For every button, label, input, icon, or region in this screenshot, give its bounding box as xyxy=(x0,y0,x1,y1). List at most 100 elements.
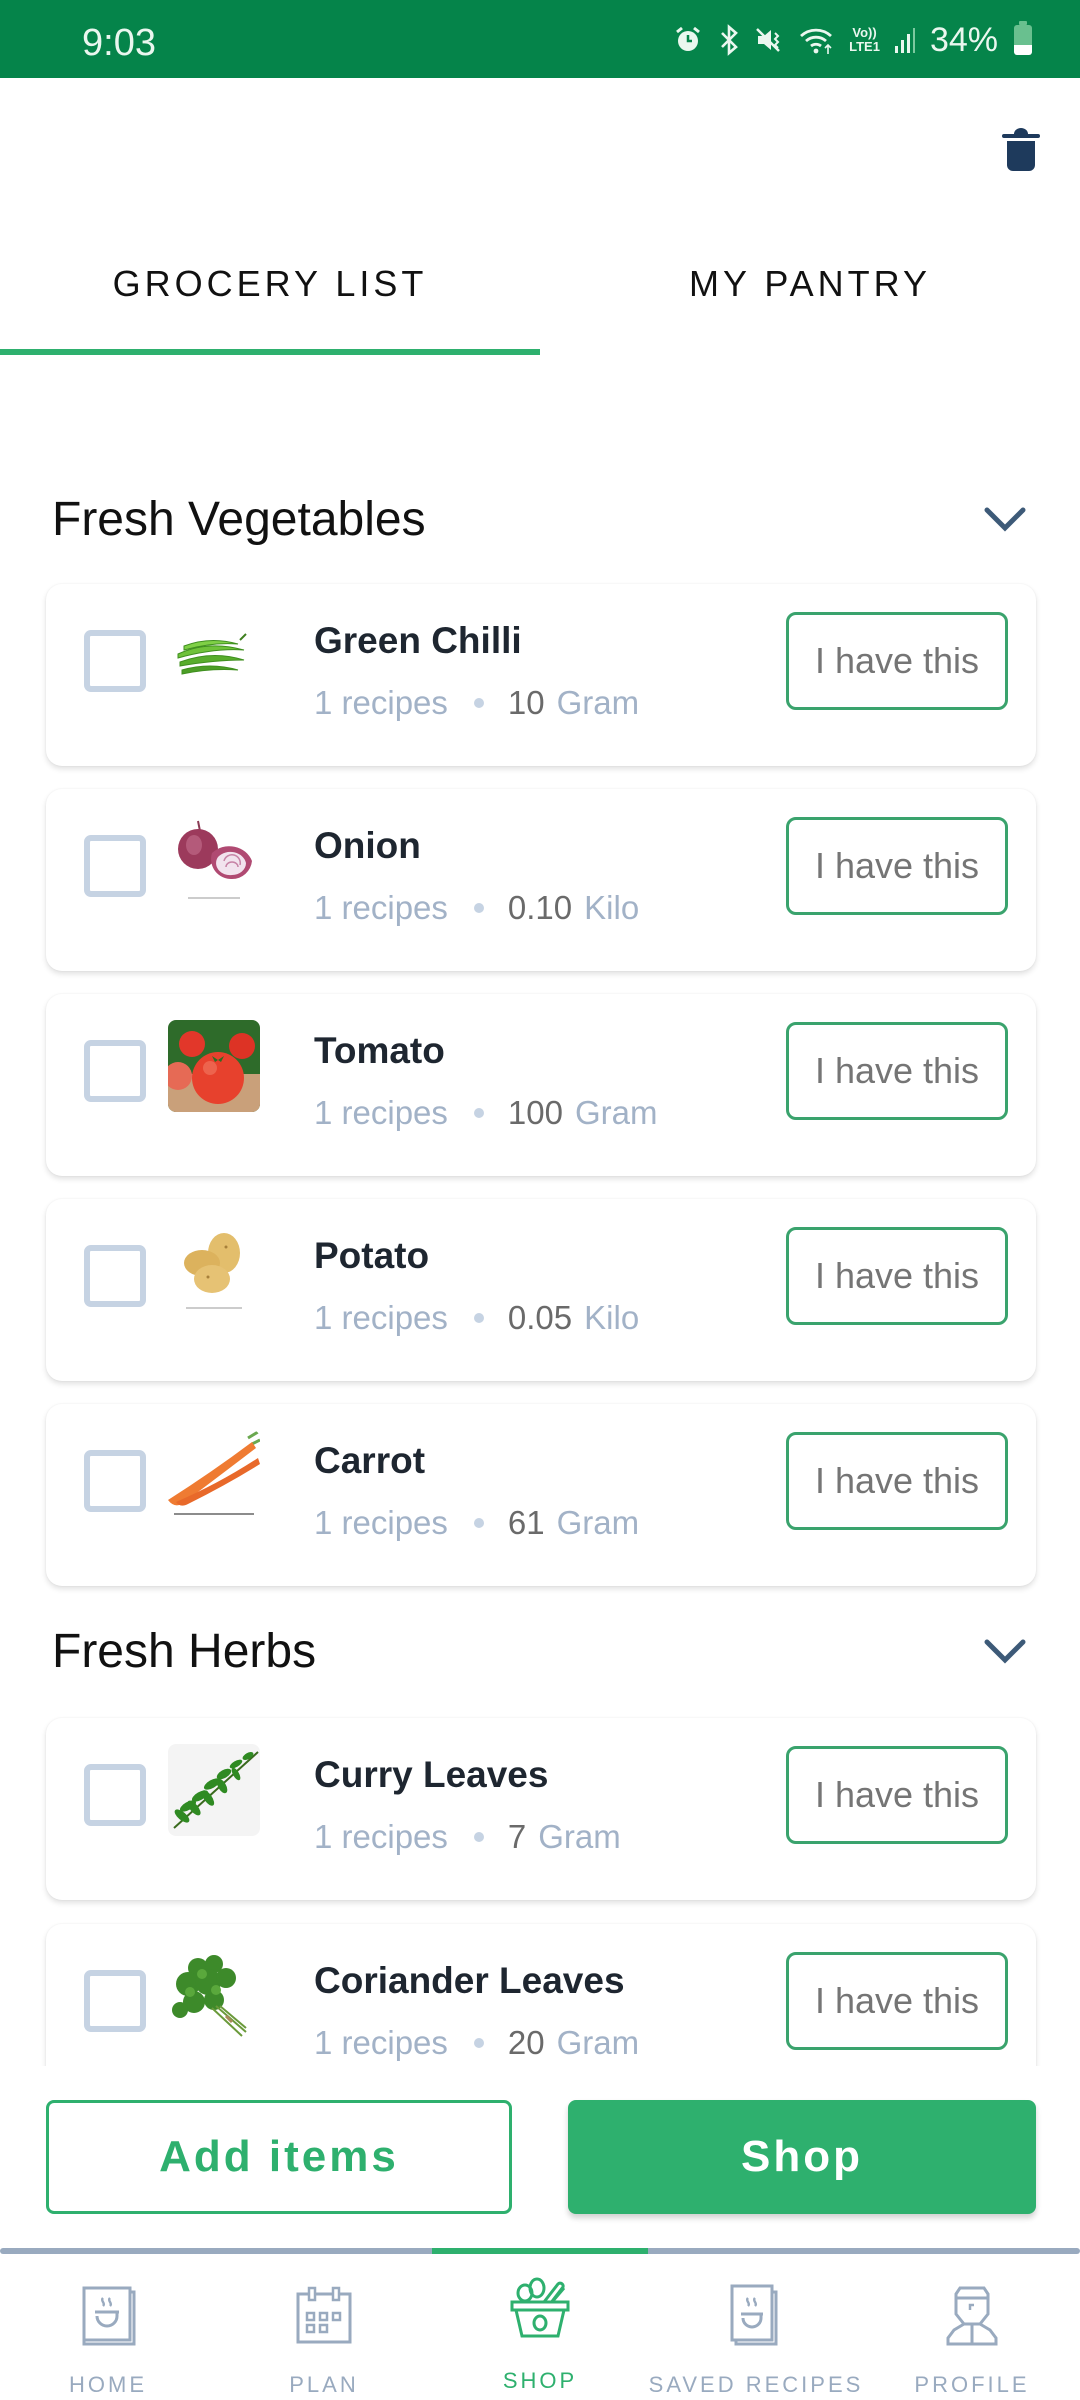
section-header-fresh-vegetables[interactable]: Fresh Vegetables xyxy=(52,484,1028,554)
item-name: Curry Leaves xyxy=(314,1754,549,1795)
tab-bar: GROCERY LIST MY PANTRY xyxy=(0,240,1080,355)
potato-image xyxy=(168,1225,260,1317)
item-recipes-count: 1 recipes xyxy=(314,1818,448,1855)
separator-dot xyxy=(473,903,484,913)
item-unit: Gram xyxy=(574,1094,658,1131)
add-items-button[interactable]: Add items xyxy=(46,2100,512,2214)
item-checkbox[interactable] xyxy=(84,630,146,692)
bottom-nav: HOME PLAN SHOP SAVED RECIPES PROFILE xyxy=(0,2248,1080,2400)
tab-grocery-list[interactable]: GROCERY LIST xyxy=(0,240,540,355)
item-checkbox[interactable] xyxy=(84,1764,146,1826)
nav-item-shop[interactable]: SHOP xyxy=(432,2254,648,2400)
signal-icon xyxy=(894,26,916,54)
separator-dot xyxy=(473,698,484,708)
item-unit: Gram xyxy=(556,1504,640,1541)
item-name: Green Chilli xyxy=(314,620,522,661)
calendar-icon xyxy=(296,2286,352,2344)
separator-dot xyxy=(473,1108,484,1118)
item-checkbox[interactable] xyxy=(84,835,146,897)
item-quantity: 0.05 xyxy=(507,1299,573,1336)
shop-button[interactable]: Shop xyxy=(568,2100,1036,2214)
grocery-item-coriander-leaves: Coriander Leaves 1 recipes 20 Gram I have th… xyxy=(46,1924,1036,2066)
tomato-image xyxy=(168,1020,260,1112)
item-meta: 1 recipes 100 Gram xyxy=(314,1094,657,1132)
item-meta: 1 recipes 10 Gram xyxy=(314,684,639,722)
carrot-image xyxy=(168,1430,260,1522)
volte-label: Vo)) xyxy=(852,25,877,40)
i-have-this-button[interactable]: I have this xyxy=(786,1952,1008,2050)
section-title: Fresh Vegetables xyxy=(52,492,426,546)
i-have-this-button[interactable]: I have this xyxy=(786,1227,1008,1325)
chevron-down-icon[interactable] xyxy=(982,504,1028,534)
battery-percent: 34% xyxy=(929,20,998,59)
nav-label: PLAN xyxy=(289,2372,359,2397)
separator-dot xyxy=(473,1313,484,1323)
trash-icon[interactable] xyxy=(1001,128,1041,172)
herbs-list: Curry Leaves 1 recipes 7 Gram I have this Cor… xyxy=(0,1700,1080,2066)
item-quantity: 0.10 xyxy=(507,889,573,926)
item-unit: Gram xyxy=(556,684,640,721)
basket-icon xyxy=(510,2277,570,2338)
item-unit: Kilo xyxy=(584,889,640,926)
i-have-this-button[interactable]: I have this xyxy=(786,1022,1008,1120)
vibrate-mute-icon xyxy=(755,25,785,55)
item-checkbox[interactable] xyxy=(84,1040,146,1102)
item-unit: Gram xyxy=(538,1818,621,1855)
item-name: Onion xyxy=(314,825,421,866)
item-name: Coriander Leaves xyxy=(314,1960,625,2001)
green-chilli-image xyxy=(168,610,260,702)
coriander-leaves-image xyxy=(168,1950,260,2042)
item-quantity: 7 xyxy=(507,1818,527,1855)
volte-lte-icon: Vo)) LTE1 xyxy=(849,26,880,54)
item-quantity: 61 xyxy=(507,1504,545,1541)
separator-dot xyxy=(473,2038,484,2048)
grocery-item-carrot: Carrot 1 recipes 61 Gram I have this xyxy=(46,1404,1036,1586)
item-checkbox[interactable] xyxy=(84,1245,146,1307)
status-time: 9:03 xyxy=(82,22,156,64)
nav-item-profile[interactable]: PROFILE xyxy=(864,2254,1080,2400)
item-recipes-count: 1 recipes xyxy=(314,1094,448,1131)
item-unit: Gram xyxy=(556,2024,640,2061)
section-header-fresh-herbs[interactable]: Fresh Herbs xyxy=(52,1616,1028,1686)
grocery-item-potato: Potato 1 recipes 0.05 Kilo I have this xyxy=(46,1199,1036,1381)
section-title: Fresh Herbs xyxy=(52,1624,317,1678)
i-have-this-button[interactable]: I have this xyxy=(786,1746,1008,1844)
item-checkbox[interactable] xyxy=(84,1450,146,1512)
nav-item-home[interactable]: HOME xyxy=(0,2254,216,2400)
item-recipes-count: 1 recipes xyxy=(314,1299,448,1336)
nav-label: SHOP xyxy=(502,2368,578,2393)
grocery-item-green-chilli: Green Chilli 1 recipes 10 Gram I have this xyxy=(46,584,1036,766)
i-have-this-button[interactable]: I have this xyxy=(786,1432,1008,1530)
lte-label: LTE1 xyxy=(849,39,880,54)
wifi-icon xyxy=(799,25,835,55)
item-recipes-count: 1 recipes xyxy=(314,889,448,926)
grocery-item-onion: Onion 1 recipes 0.10 Kilo I have this xyxy=(46,789,1036,971)
nav-label: SAVED RECIPES xyxy=(648,2372,864,2397)
item-name: Tomato xyxy=(314,1030,445,1071)
recipe-book-icon xyxy=(82,2286,136,2346)
item-name: Carrot xyxy=(314,1440,426,1481)
bluetooth-icon xyxy=(717,24,741,56)
nav-item-plan[interactable]: PLAN xyxy=(216,2254,432,2400)
grocery-item-tomato: Tomato 1 recipes 100 Gram I have this xyxy=(46,994,1036,1176)
item-recipes-count: 1 recipes xyxy=(314,684,448,721)
status-bar: 9:03 Vo)) LTE1 34% xyxy=(0,0,1080,78)
i-have-this-button[interactable]: I have this xyxy=(786,612,1008,710)
separator-dot xyxy=(473,1518,484,1528)
item-quantity: 10 xyxy=(507,684,545,721)
alarm-icon xyxy=(673,25,703,55)
item-meta: 1 recipes 0.10 Kilo xyxy=(314,889,639,927)
onion-image xyxy=(168,815,260,907)
item-name: Potato xyxy=(314,1235,430,1276)
item-checkbox[interactable] xyxy=(84,1970,146,2032)
item-recipes-count: 1 recipes xyxy=(314,1504,448,1541)
tab-my-pantry[interactable]: MY PANTRY xyxy=(540,240,1080,355)
nav-item-saved-recipes[interactable]: SAVED RECIPES xyxy=(648,2254,864,2400)
item-meta: 1 recipes 61 Gram xyxy=(314,1504,639,1542)
saved-recipe-book-icon xyxy=(730,2284,778,2346)
nav-label: PROFILE xyxy=(914,2372,1030,2397)
i-have-this-button[interactable]: I have this xyxy=(786,817,1008,915)
item-recipes-count: 1 recipes xyxy=(314,2024,448,2061)
nav-label: HOME xyxy=(69,2372,147,2397)
chevron-down-icon[interactable] xyxy=(982,1636,1028,1666)
